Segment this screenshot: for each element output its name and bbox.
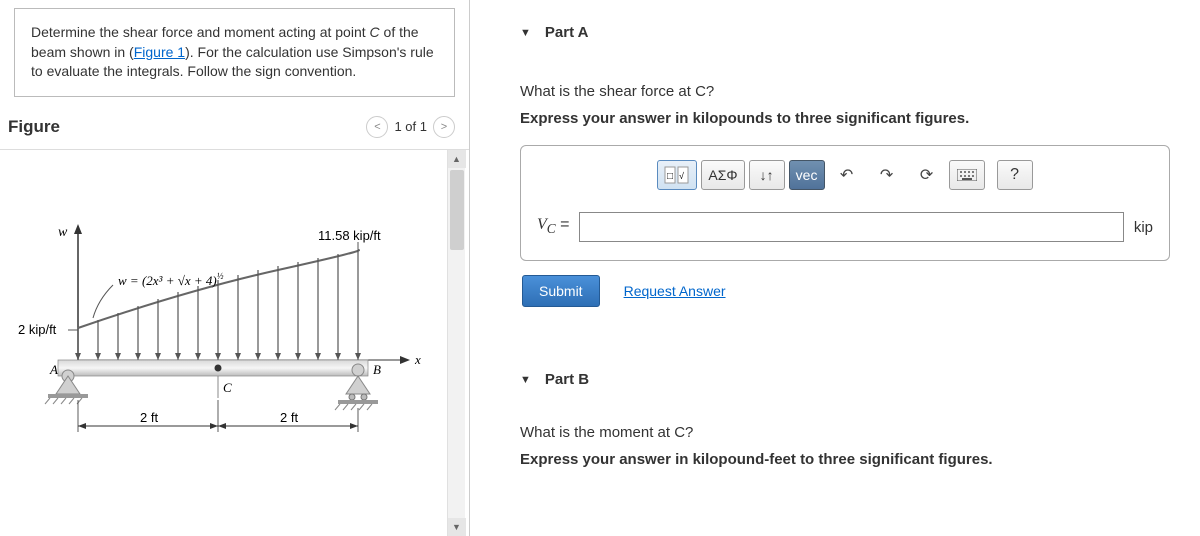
label-span2: 2 ft (280, 410, 298, 425)
figure-next-button[interactable]: > (433, 116, 455, 138)
label-x: x (414, 352, 421, 367)
label-span1: 2 ft (140, 410, 158, 425)
svg-text:□: □ (667, 171, 673, 182)
label-C: C (223, 380, 232, 395)
answer-box: □√ ΑΣΦ ↓↑ vec ↶ ↷ ⟳ ? VC = kip (520, 145, 1170, 261)
answer-input[interactable] (579, 212, 1123, 242)
collapse-part-a-icon[interactable]: ▼ (520, 27, 531, 39)
collapse-part-b-icon[interactable]: ▼ (520, 374, 531, 386)
help-button[interactable]: ? (997, 160, 1033, 190)
label-B: B (373, 362, 381, 377)
figure-heading: Figure (6, 111, 62, 143)
vec-button[interactable]: vec (789, 160, 825, 190)
svg-text:√: √ (679, 171, 684, 181)
beam-diagram: w x (18, 190, 438, 470)
arrows-button[interactable]: ↓↑ (749, 160, 785, 190)
scroll-thumb[interactable] (450, 170, 464, 250)
redo-button[interactable]: ↷ (869, 160, 905, 190)
part-b-instruction: Express your answer in kilopound-feet to… (520, 451, 1170, 468)
template-button[interactable]: □√ (657, 160, 697, 190)
figure-body: w x (0, 150, 469, 536)
problem-text: Determine the shear force and moment act… (31, 24, 370, 40)
scroll-up-icon[interactable]: ▲ (448, 150, 466, 168)
label-right-load: 11.58 kip/ft (318, 228, 381, 243)
request-answer-link[interactable]: Request Answer (624, 283, 726, 299)
figure-link[interactable]: Figure 1 (134, 44, 185, 60)
point-c: C (370, 24, 380, 40)
part-a-question: What is the shear force at C? (520, 83, 1170, 100)
part-b-title: Part B (545, 371, 589, 388)
problem-statement: Determine the shear force and moment act… (14, 8, 455, 97)
figure-count: 1 of 1 (394, 119, 427, 134)
part-b-question: What is the moment at C? (520, 424, 1170, 441)
figure-prev-button[interactable]: < (366, 116, 388, 138)
label-formula: w = (2x³ + √x + 4)½ (118, 271, 224, 288)
answer-lhs: VC = (537, 216, 569, 237)
label-A: A (49, 362, 58, 377)
label-w: w (58, 225, 68, 240)
scroll-down-icon[interactable]: ▼ (448, 518, 466, 536)
figure-scrollbar[interactable]: ▲ ▼ (447, 150, 465, 536)
submit-button[interactable]: Submit (522, 275, 600, 307)
keyboard-icon (957, 169, 977, 181)
part-a-instruction: Express your answer in kilopounds to thr… (520, 110, 1170, 127)
answer-unit: kip (1134, 219, 1153, 236)
label-left-load: 2 kip/ft (18, 322, 57, 337)
keyboard-button[interactable] (949, 160, 985, 190)
greek-button[interactable]: ΑΣΦ (701, 160, 744, 190)
part-a-title: Part A (545, 24, 589, 41)
reset-button[interactable]: ⟳ (909, 160, 945, 190)
undo-button[interactable]: ↶ (829, 160, 865, 190)
